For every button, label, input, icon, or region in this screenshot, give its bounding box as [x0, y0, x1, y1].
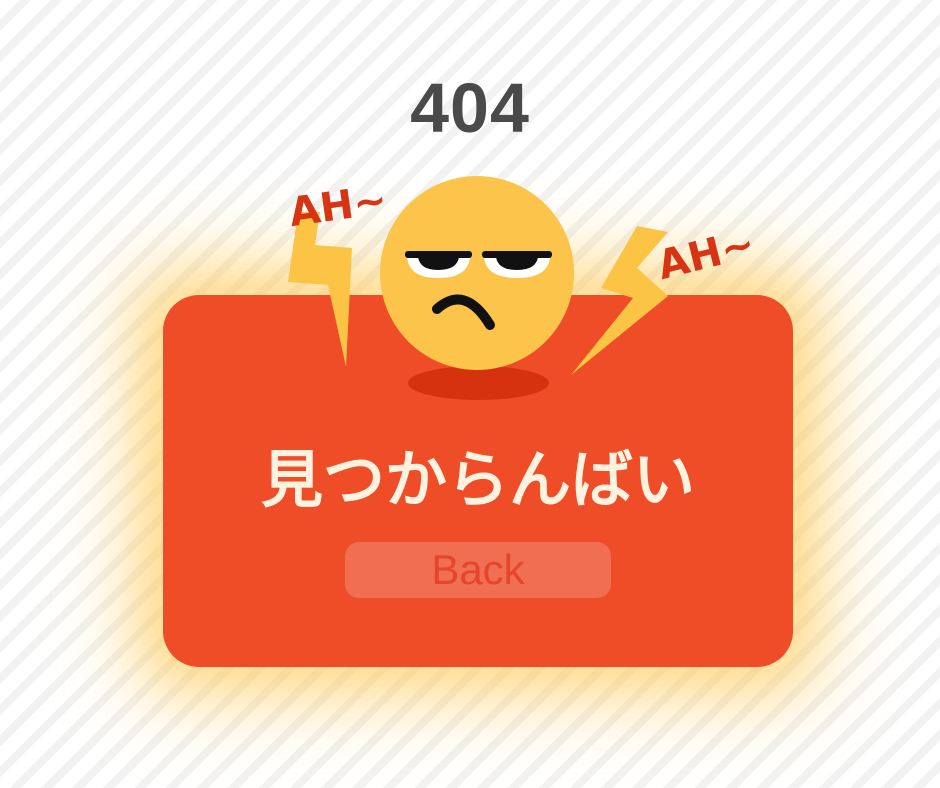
- angry-face-illustration: AH~ AH~: [286, 176, 759, 375]
- angry-face-icon: [380, 176, 574, 370]
- not-found-message: 見つからんばい: [260, 443, 695, 516]
- exclamation-left-text: AH~: [286, 177, 389, 236]
- error-code-title: 404: [410, 69, 530, 147]
- back-button[interactable]: Back: [345, 542, 611, 598]
- exclamation-right-text: AH~: [653, 221, 759, 289]
